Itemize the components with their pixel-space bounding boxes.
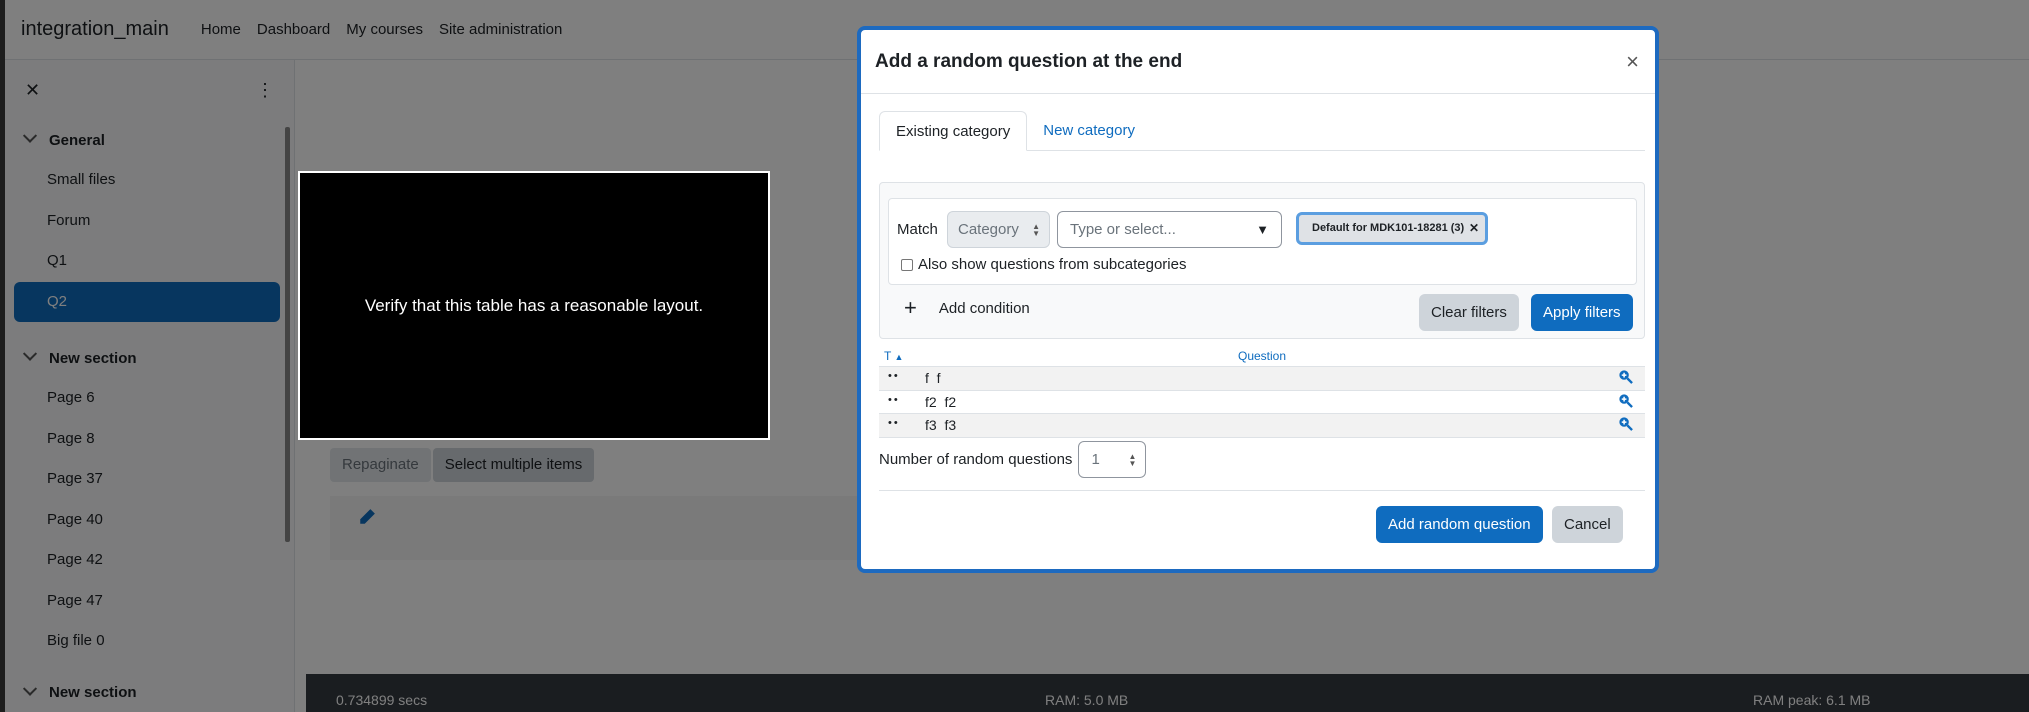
random-count-select[interactable]: 1 ▲ ▼ bbox=[1078, 441, 1147, 478]
question-header[interactable]: Question bbox=[1238, 349, 1286, 363]
random-count-label: Number of random questions bbox=[879, 451, 1073, 468]
question-name: f2 f2 bbox=[925, 393, 957, 410]
question-name: f3 f3 bbox=[925, 417, 957, 433]
badge-label: Default for MDK101-18281 (3) bbox=[1312, 222, 1465, 234]
subcategories-checkbox[interactable] bbox=[901, 258, 913, 271]
questions-table: T ▲ Question •• f f •• f2 f2 •• f3 f3 bbox=[879, 344, 1645, 438]
question-type-icon: •• bbox=[888, 417, 900, 429]
question-type-icon: •• bbox=[888, 393, 900, 406]
tab-existing-category[interactable]: Existing category bbox=[879, 111, 1028, 151]
add-random-question-button[interactable]: Add random question bbox=[1376, 506, 1543, 543]
remove-badge-icon[interactable]: ✕ bbox=[1469, 215, 1479, 242]
category-type-select[interactable]: Category ▲ ▼ bbox=[947, 211, 1050, 248]
random-count-value: 1 bbox=[1091, 451, 1100, 468]
cancel-button[interactable]: Cancel bbox=[1552, 506, 1623, 543]
clear-filters-button[interactable]: Clear filters bbox=[1419, 294, 1519, 331]
select-arrows-icon: ▲ ▼ bbox=[1032, 222, 1040, 238]
category-select-value: Category bbox=[958, 221, 1019, 238]
question-type-icon: •• bbox=[888, 370, 900, 382]
tab-new-category[interactable]: New category bbox=[1027, 111, 1151, 151]
filter-condition: Match Category ▲ ▼ Type or select... ▼ De… bbox=[888, 198, 1637, 285]
add-condition-button[interactable]: + Add condition bbox=[904, 295, 1030, 321]
category-combobox[interactable]: Type or select... ▼ bbox=[1057, 211, 1282, 248]
select-arrows-icon: ▲ ▼ bbox=[1128, 452, 1137, 468]
random-count-row: Number of random questions 1 ▲ ▼ bbox=[879, 441, 1147, 478]
combobox-placeholder: Type or select... bbox=[1070, 221, 1176, 238]
table-row: •• f3 f3 bbox=[879, 414, 1645, 438]
subcategories-label[interactable]: Also show questions from subcategories bbox=[918, 256, 1186, 273]
filter-panel: Match Category ▲ ▼ Type or select... ▼ De… bbox=[879, 182, 1645, 339]
sort-type-header[interactable]: T ▲ bbox=[884, 349, 903, 363]
random-question-modal: Add a random question at the end × Exist… bbox=[857, 26, 1659, 573]
apply-filters-button[interactable]: Apply filters bbox=[1531, 294, 1633, 331]
caret-down-icon[interactable]: ▼ bbox=[1256, 212, 1269, 247]
add-condition-label: Add condition bbox=[938, 299, 1030, 317]
table-row: •• f f bbox=[879, 367, 1645, 391]
question-name: f f bbox=[925, 370, 941, 386]
table-header: T ▲ Question bbox=[879, 344, 1645, 367]
test-instruction-overlay: Verify that this table has a reasonable … bbox=[298, 171, 770, 440]
match-label: Match bbox=[897, 221, 938, 238]
table-row: •• f2 f2 bbox=[879, 391, 1645, 414]
sort-asc-icon: ▲ bbox=[894, 352, 904, 362]
footer-divider bbox=[879, 490, 1645, 491]
category-tabs: Existing category New category bbox=[879, 111, 1645, 151]
modal-header: Add a random question at the end × bbox=[861, 30, 1655, 94]
plus-icon: + bbox=[904, 295, 917, 320]
modal-title: Add a random question at the end bbox=[875, 50, 1183, 72]
overlay-message: Verify that this table has a reasonable … bbox=[364, 295, 704, 315]
close-icon[interactable]: × bbox=[1626, 49, 1639, 75]
preview-zoom-icon[interactable] bbox=[1618, 369, 1633, 388]
subcategories-option: Also show questions from subcategories bbox=[901, 256, 1186, 273]
preview-zoom-icon[interactable] bbox=[1618, 393, 1633, 412]
selected-category-badge[interactable]: Default for MDK101-18281 (3) ✕ bbox=[1296, 212, 1488, 245]
preview-zoom-icon[interactable] bbox=[1618, 416, 1633, 435]
